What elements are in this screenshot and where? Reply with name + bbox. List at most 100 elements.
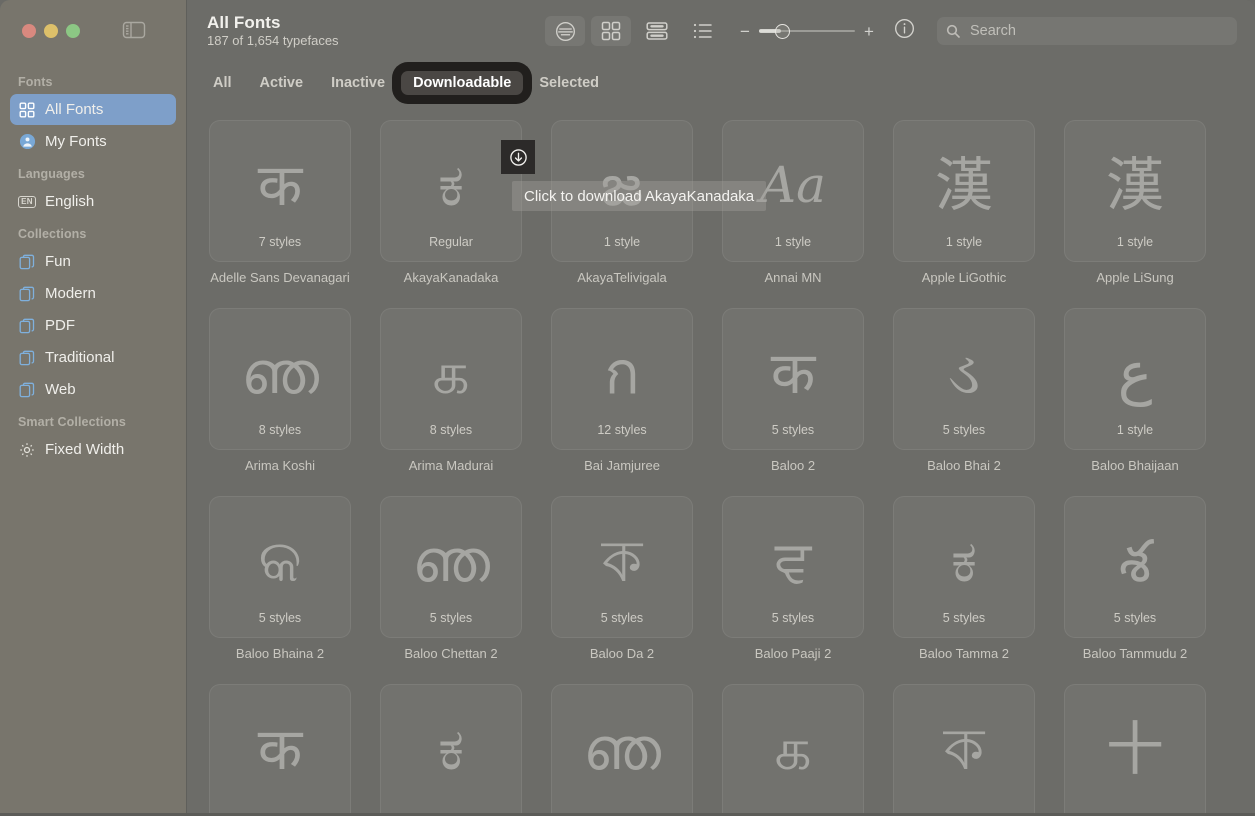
font-preview-tile[interactable]: क7 styles [209, 120, 351, 262]
filter-tab-selected[interactable]: Selected [527, 71, 611, 96]
font-preview-tile[interactable]: ഞ8 styles [209, 308, 351, 450]
sidebar-item-modern[interactable]: Modern [10, 278, 176, 309]
filter-tab-downloadable[interactable]: Downloadable [401, 71, 523, 96]
font-preview-tile[interactable]: 漢1 style [1064, 120, 1206, 262]
font-cell[interactable]: ক5 stylesBaloo Da 2 [551, 496, 693, 662]
sidebar-item-fun[interactable]: Fun [10, 246, 176, 277]
font-cell[interactable]: क [209, 684, 351, 816]
font-cell[interactable]: க [722, 684, 864, 816]
sidebar-item-traditional[interactable]: Traditional [10, 342, 176, 373]
font-cell[interactable]: 漢1 styleApple LiSung [1064, 120, 1206, 286]
filter-tab-active[interactable]: Active [248, 71, 316, 96]
preview-size-slider[interactable]: − + [737, 23, 877, 40]
font-cell[interactable]: ಕ5 stylesBaloo Tamma 2 [893, 496, 1035, 662]
sidebar-item-all-fonts[interactable]: All Fonts [10, 94, 176, 125]
font-cell[interactable]: க8 stylesArima Madurai [380, 308, 522, 474]
font-grid: क7 stylesAdelle Sans DevanagariಕRegularA… [209, 120, 1233, 816]
font-cell[interactable]: ડ5 stylesBaloo Bhai 2 [893, 308, 1035, 474]
search-field[interactable] [937, 17, 1237, 45]
font-cell[interactable]: 漢1 styleApple LiGothic [893, 120, 1035, 286]
zoom-button[interactable] [66, 24, 80, 38]
font-preview-tile[interactable]: क5 styles [722, 308, 864, 450]
main-content: All Fonts 187 of 1,654 typefaces [187, 0, 1255, 816]
font-style-count: 1 style [552, 235, 692, 249]
font-sample-glyph: ক [602, 532, 643, 590]
minimize-button[interactable] [44, 24, 58, 38]
font-preview-tile[interactable]: କ5 styles [209, 496, 351, 638]
font-preview-tile[interactable]: 十 [1064, 684, 1206, 816]
grid-view-icon [600, 20, 622, 42]
font-cell[interactable]: ع1 style Baloo Bhaijaan [1064, 308, 1206, 474]
circle-lines-icon [554, 20, 577, 43]
font-sample-glyph: శ [1119, 532, 1151, 590]
slider-knob[interactable] [775, 24, 790, 39]
font-preview-tile[interactable]: ಕ5 styles [893, 496, 1035, 638]
font-family-name: AkayaKanadaka [380, 270, 522, 286]
font-preview-tile[interactable]: ক5 styles [551, 496, 693, 638]
font-preview-tile[interactable]: 漢1 style [893, 120, 1035, 262]
toolbar: All Fonts 187 of 1,654 typefaces [187, 0, 1255, 62]
font-cell[interactable]: क5 stylesBaloo 2 [722, 308, 864, 474]
font-style-count: 5 styles [894, 611, 1034, 625]
download-button-spotlight[interactable] [501, 140, 535, 174]
collection-icon [18, 317, 36, 335]
collection-icon [18, 285, 36, 303]
font-family-name: Baloo Paaji 2 [722, 646, 864, 662]
split-view-button[interactable] [637, 16, 677, 46]
font-cell[interactable]: ಕ [380, 684, 522, 816]
font-sample-glyph: क [258, 720, 303, 778]
font-sample-glyph: ক [944, 720, 985, 778]
sidebar-item-web[interactable]: Web [10, 374, 176, 405]
gear-icon [18, 441, 36, 459]
font-cell[interactable]: ഞ8 stylesArima Koshi [209, 308, 351, 474]
font-preview-tile[interactable]: ડ5 styles [893, 308, 1035, 450]
zoom-in-label[interactable]: + [861, 23, 877, 40]
sidebar-item-pdf[interactable]: PDF [10, 310, 176, 341]
font-style-count: 5 styles [723, 423, 863, 437]
font-preview-tile[interactable]: ก12 styles [551, 308, 693, 450]
info-circle-icon [893, 17, 916, 45]
sidebar-item-fixed-width[interactable]: Fixed Width [10, 434, 176, 465]
font-book-window: Fonts All Fonts [0, 0, 1255, 816]
font-cell[interactable]: ഞ5 stylesBaloo Chettan 2 [380, 496, 522, 662]
list-view-button[interactable] [683, 16, 723, 46]
font-style-count: 8 styles [210, 423, 350, 437]
filter-tab-inactive[interactable]: Inactive [319, 71, 397, 96]
font-preview-tile[interactable]: ع1 style [1064, 308, 1206, 450]
font-cell[interactable]: क7 stylesAdelle Sans Devanagari [209, 120, 351, 286]
sidebar-item-my-fonts[interactable]: My Fonts [10, 126, 176, 157]
info-button[interactable] [887, 16, 921, 46]
font-preview-tile[interactable]: க [722, 684, 864, 816]
view-mode-group [545, 16, 723, 46]
close-button[interactable] [22, 24, 36, 38]
font-preview-tile[interactable]: ক [893, 684, 1035, 816]
sidebar-item-english[interactable]: EN English [10, 186, 176, 217]
sidebar-toggle-icon[interactable] [122, 20, 146, 40]
font-cell[interactable]: ক [893, 684, 1035, 816]
font-cell[interactable]: ก12 stylesBai Jamjuree [551, 308, 693, 474]
font-preview-tile[interactable]: ഞ5 styles [380, 496, 522, 638]
font-preview-tile[interactable]: ಕ [380, 684, 522, 816]
font-family-name: Baloo Tammudu 2 [1064, 646, 1206, 662]
font-preview-tile[interactable]: ഞ [551, 684, 693, 816]
sidebar-item-label: English [45, 193, 94, 210]
zoom-out-label[interactable]: − [737, 23, 753, 40]
font-sample-glyph: ก [604, 344, 639, 402]
font-family-name: Baloo Bhaijaan [1064, 458, 1206, 474]
filter-tab-all[interactable]: All [201, 71, 244, 96]
slider-track[interactable] [759, 23, 855, 39]
font-preview-tile[interactable]: ਵ5 styles [722, 496, 864, 638]
sample-view-button[interactable] [545, 16, 585, 46]
font-cell[interactable]: శ5 styles Baloo Tammudu 2 [1064, 496, 1206, 662]
font-cell[interactable]: ਵ5 styles Baloo Paaji 2 [722, 496, 864, 662]
font-preview-tile[interactable]: क [209, 684, 351, 816]
grid-view-button[interactable] [591, 16, 631, 46]
font-cell[interactable]: 十 [1064, 684, 1206, 816]
download-circle-icon [509, 148, 528, 167]
font-cell[interactable]: ഞ [551, 684, 693, 816]
font-cell[interactable]: କ5 stylesBaloo Bhaina 2 [209, 496, 351, 662]
font-preview-tile[interactable]: శ5 styles [1064, 496, 1206, 638]
font-sample-glyph: ಕ [438, 156, 464, 214]
search-input[interactable] [968, 22, 1228, 40]
font-preview-tile[interactable]: க8 styles [380, 308, 522, 450]
